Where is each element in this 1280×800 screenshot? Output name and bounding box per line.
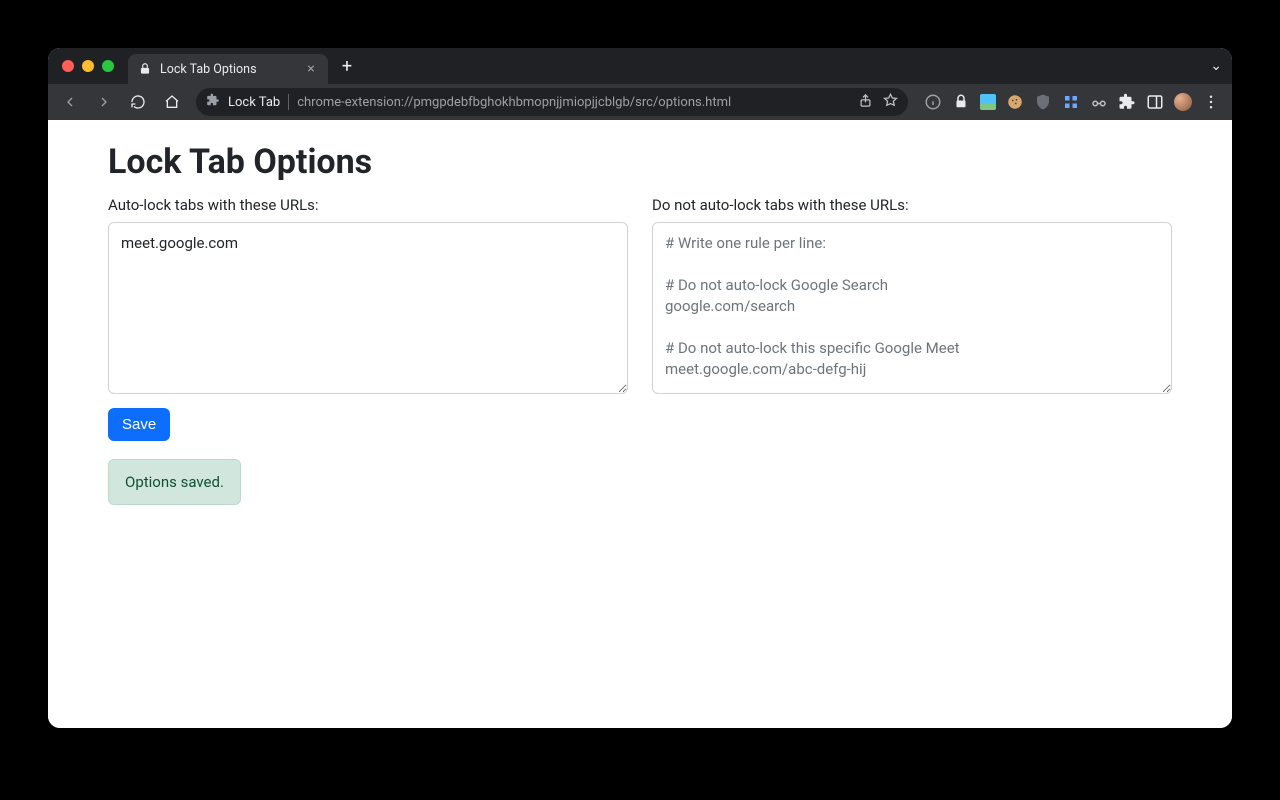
back-button[interactable] <box>56 88 84 116</box>
glasses-extension-icon[interactable] <box>1090 93 1108 111</box>
autolock-column: Auto-lock tabs with these URLs: Save Opt… <box>108 196 628 505</box>
options-columns: Auto-lock tabs with these URLs: Save Opt… <box>108 196 1172 505</box>
status-alert: Options saved. <box>108 459 241 505</box>
minimize-window-button[interactable] <box>82 60 94 72</box>
no-autolock-column: Do not auto-lock tabs with these URLs: <box>652 196 1172 505</box>
home-button[interactable] <box>158 88 186 116</box>
address-bar[interactable]: Lock Tab chrome-extension://pmgpdebfbgho… <box>196 88 908 116</box>
page-content: Lock Tab Options Auto-lock tabs with the… <box>48 120 1232 728</box>
bookmark-star-icon[interactable] <box>883 93 898 112</box>
browser-tab[interactable]: Lock Tab Options × <box>128 54 328 84</box>
no-autolock-label: Do not auto-lock tabs with these URLs: <box>652 196 1172 214</box>
close-window-button[interactable] <box>62 60 74 72</box>
autolock-label: Auto-lock tabs with these URLs: <box>108 196 628 214</box>
share-icon[interactable] <box>858 93 873 112</box>
extensions-puzzle-icon[interactable] <box>1118 93 1136 111</box>
browser-toolbar: Lock Tab chrome-extension://pmgpdebfbgho… <box>48 84 1232 120</box>
shield-extension-icon[interactable] <box>1034 93 1052 111</box>
omnibox-divider <box>288 94 289 110</box>
menu-kebab-icon[interactable] <box>1202 93 1220 111</box>
window-controls <box>62 60 114 72</box>
no-autolock-textarea[interactable] <box>652 222 1172 394</box>
tab-strip: Lock Tab Options × + ⌄ <box>48 48 1232 84</box>
url-text: chrome-extension://pmgpdebfbghokhbmopnjj… <box>297 95 850 110</box>
save-button[interactable]: Save <box>108 408 170 441</box>
extension-name: Lock Tab <box>228 95 280 110</box>
extension-icon <box>206 93 220 111</box>
lock-tab-favicon-icon <box>138 62 152 76</box>
forward-button[interactable] <box>90 88 118 116</box>
cookie-extension-icon[interactable] <box>1006 93 1024 111</box>
page-title: Lock Tab Options <box>108 142 1172 182</box>
maximize-window-button[interactable] <box>102 60 114 72</box>
tab-title: Lock Tab Options <box>160 62 257 77</box>
lock-extension-icon[interactable] <box>952 93 970 111</box>
profile-avatar[interactable] <box>1174 93 1192 111</box>
picture-extension-icon[interactable] <box>980 94 996 110</box>
close-tab-button[interactable]: × <box>304 62 318 76</box>
grid-extension-icon[interactable] <box>1062 93 1080 111</box>
autolock-textarea[interactable] <box>108 222 628 394</box>
info-icon[interactable] <box>924 93 942 111</box>
sidepanel-icon[interactable] <box>1146 93 1164 111</box>
new-tab-button[interactable]: + <box>334 53 360 79</box>
reload-button[interactable] <box>124 88 152 116</box>
toolbar-icons <box>924 93 1220 111</box>
browser-window: Lock Tab Options × + ⌄ Lock Tab chrome-e… <box>48 48 1232 728</box>
tab-overflow-button[interactable]: ⌄ <box>1210 58 1222 74</box>
